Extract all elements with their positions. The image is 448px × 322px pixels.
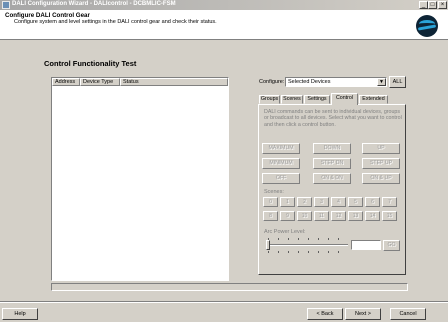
arc-power-slider-thumb[interactable] (266, 240, 270, 250)
tab-groups[interactable]: Groups (259, 95, 280, 104)
on-and-up-button[interactable]: ON & UP (362, 173, 400, 184)
control-instructions: DALI commands can be sent to individual … (264, 109, 402, 128)
scene-button-4[interactable]: 4 (331, 197, 346, 207)
arc-power-label: Arc Power Level: (264, 229, 306, 235)
arc-power-input[interactable] (351, 240, 381, 250)
tab-settings[interactable]: Settings (304, 95, 330, 104)
configure-select-value: Selected Devices (288, 79, 331, 85)
status-bar (51, 283, 408, 291)
scene-button-12[interactable]: 12 (331, 211, 346, 221)
window-title: DALI Configuration Wizard - DALIcontrol … (12, 1, 176, 7)
scene-button-7[interactable]: 7 (382, 197, 397, 207)
company-logo (416, 15, 438, 37)
tab-control[interactable]: Control (331, 93, 358, 105)
scene-button-13[interactable]: 13 (348, 211, 363, 221)
scene-button-9[interactable]: 9 (280, 211, 295, 221)
step-down-button[interactable]: STEP DN (313, 158, 351, 169)
scene-button-5[interactable]: 5 (348, 197, 363, 207)
scene-button-6[interactable]: 6 (365, 197, 380, 207)
slider-tick (338, 251, 339, 253)
column-header-device-type[interactable]: Device Type (80, 78, 120, 86)
help-button[interactable]: Help (2, 308, 38, 320)
slider-tick (288, 238, 289, 240)
back-button[interactable]: < Back (307, 308, 343, 320)
column-header-status[interactable]: Status (120, 78, 228, 86)
down-button[interactable]: DOWN (313, 143, 351, 154)
on-and-down-button[interactable]: ON & DN (313, 173, 351, 184)
configure-select[interactable]: Selected Devices ▼ (285, 77, 387, 87)
wizard-header: Configure DALI Control Gear Configure sy… (0, 10, 448, 40)
slider-tick (328, 251, 329, 253)
slider-tick (328, 238, 329, 240)
page-title: Configure DALI Control Gear (5, 12, 90, 19)
chevron-down-icon[interactable]: ▼ (377, 78, 386, 86)
slider-tick (298, 251, 299, 253)
up-button[interactable]: UP (362, 143, 400, 154)
close-button[interactable]: × (438, 1, 447, 9)
page-subtitle: Configure system and level settings in t… (14, 19, 217, 25)
off-button[interactable]: OFF (262, 173, 300, 184)
slider-tick (268, 251, 269, 253)
scene-button-10[interactable]: 10 (297, 211, 312, 221)
scene-button-14[interactable]: 14 (365, 211, 380, 221)
slider-tick (278, 238, 279, 240)
panel-title: Control Functionality Test (44, 59, 137, 68)
window-titlebar: DALI Configuration Wizard - DALIcontrol … (0, 0, 448, 10)
scene-button-3[interactable]: 3 (314, 197, 329, 207)
slider-tick (318, 251, 319, 253)
scene-button-15[interactable]: 15 (382, 211, 397, 221)
minimize-button[interactable]: _ (419, 1, 428, 9)
scene-button-0[interactable]: 0 (263, 197, 278, 207)
all-button[interactable]: ALL (389, 76, 406, 88)
step-up-button[interactable]: STEP UP (362, 158, 400, 169)
slider-tick (308, 251, 309, 253)
device-list[interactable]: Address Device Type Status (51, 77, 229, 281)
slider-tick (288, 251, 289, 253)
slider-tick (338, 238, 339, 240)
scene-button-2[interactable]: 2 (297, 197, 312, 207)
slider-tick (298, 238, 299, 240)
maximum-button[interactable]: MAXIMUM (262, 143, 300, 154)
scene-button-11[interactable]: 11 (314, 211, 329, 221)
scenes-label: Scenes: (264, 189, 284, 195)
footer-divider (0, 301, 448, 303)
scene-button-8[interactable]: 8 (263, 211, 278, 221)
slider-tick (318, 238, 319, 240)
arc-power-slider-track[interactable] (266, 244, 348, 246)
slider-tick (308, 238, 309, 240)
slider-tick (278, 251, 279, 253)
app-icon (2, 1, 10, 9)
next-button[interactable]: Next > (345, 308, 381, 320)
configure-label: Configure: (259, 79, 285, 85)
scene-button-1[interactable]: 1 (280, 197, 295, 207)
maximize-button[interactable]: □ (428, 1, 437, 9)
minimum-button[interactable]: MINIMUM (262, 158, 300, 169)
column-header-address[interactable]: Address (52, 78, 80, 86)
tab-scenes[interactable]: Scenes (281, 95, 303, 104)
go-button[interactable]: GO (383, 240, 400, 251)
tab-extended[interactable]: Extended (359, 95, 388, 104)
cancel-button[interactable]: Cancel (390, 308, 426, 320)
